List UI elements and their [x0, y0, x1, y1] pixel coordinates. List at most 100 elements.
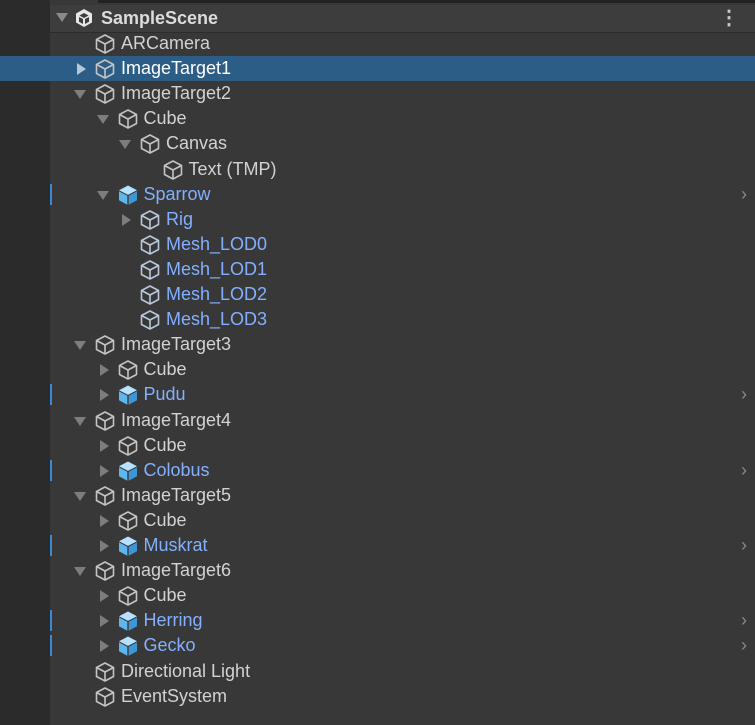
gameobject-cube-icon [118, 511, 137, 531]
hierarchy-row[interactable]: Rig [0, 207, 755, 232]
expanded-arrow-icon[interactable] [96, 190, 109, 200]
hierarchy-row[interactable]: Cube [0, 357, 755, 382]
hierarchy-row[interactable]: Herring › [0, 608, 755, 633]
hierarchy-row[interactable]: ImageTarget3 [0, 332, 755, 357]
hierarchy-row[interactable]: Cube [0, 106, 755, 131]
collapsed-arrow-icon[interactable] [122, 213, 131, 226]
prefab-override-indicator [50, 384, 52, 406]
gameobject-cube-icon [140, 260, 160, 280]
gameobject-cube-icon [95, 661, 115, 682]
open-prefab-chevron-icon[interactable]: › [741, 609, 747, 632]
open-prefab-chevron-icon[interactable]: › [741, 183, 747, 206]
gameobject-cube-icon [95, 410, 115, 431]
hierarchy-row[interactable]: Text (TMP) [0, 157, 755, 182]
gameobject-cube-icon [95, 561, 115, 581]
prefab-override-indicator [50, 459, 52, 481]
scene-expand-arrow-icon[interactable] [56, 13, 68, 22]
toolbar-strip [98, 0, 755, 3]
hierarchy-item-label: Mesh_LOD1 [166, 258, 268, 279]
hierarchy-item-label: Mesh_LOD0 [166, 233, 268, 254]
gameobject-cube-icon [163, 159, 182, 180]
collapsed-arrow-icon[interactable] [99, 439, 109, 452]
prefab-cube-icon [118, 536, 137, 556]
hierarchy-item-label: Text (TMP) [188, 158, 277, 179]
hierarchy-item-label: Cube [143, 108, 187, 129]
scene-menu-button[interactable]: ⋮ [719, 6, 739, 30]
unity-scene-icon [76, 9, 92, 27]
collapsed-arrow-icon[interactable] [77, 63, 86, 76]
collapsed-arrow-icon[interactable] [99, 389, 109, 402]
hierarchy-item-label: Cube [143, 585, 187, 606]
collapsed-arrow-icon[interactable] [99, 590, 109, 603]
gameobject-cube-icon [118, 360, 137, 381]
prefab-cube-icon [118, 636, 137, 657]
gameobject-cube-icon [95, 34, 115, 54]
hierarchy-row[interactable]: Colobus › [0, 458, 755, 483]
gameobject-cube-icon [140, 209, 160, 230]
hierarchy-item-label: Muskrat [143, 535, 208, 555]
hierarchy-item-label: Sparrow [143, 183, 211, 204]
prefab-override-indicator [50, 183, 52, 205]
collapsed-arrow-icon[interactable] [99, 364, 109, 377]
hierarchy-row[interactable]: Muskrat › [0, 533, 755, 558]
hierarchy-row[interactable]: Mesh_LOD0 [0, 232, 755, 257]
hierarchy-row[interactable]: Canvas [0, 131, 755, 156]
open-prefab-chevron-icon[interactable]: › [741, 534, 747, 557]
gameobject-cube-icon [95, 686, 115, 707]
hierarchy-item-label: Mesh_LOD3 [166, 309, 268, 330]
hierarchy-item-label: Herring [143, 610, 203, 631]
collapsed-arrow-icon[interactable] [99, 640, 109, 653]
hierarchy-row[interactable]: ImageTarget4 [0, 408, 755, 433]
hierarchy-item-label: ImageTarget1 [121, 58, 232, 79]
open-prefab-chevron-icon[interactable]: › [741, 634, 747, 657]
expanded-arrow-icon[interactable] [96, 115, 109, 125]
prefab-override-indicator [50, 610, 52, 632]
expanded-arrow-icon[interactable] [74, 341, 86, 351]
expanded-arrow-icon[interactable] [74, 90, 86, 100]
prefab-override-indicator [50, 635, 52, 657]
gameobject-cube-icon [140, 134, 160, 155]
gameobject-cube-icon [140, 285, 160, 305]
hierarchy-item-label: ImageTarget5 [121, 484, 232, 505]
hierarchy-row[interactable]: Gecko › [0, 633, 755, 658]
hierarchy-row[interactable]: Cube [0, 583, 755, 608]
expanded-arrow-icon[interactable] [74, 491, 86, 501]
hierarchy-row[interactable]: Mesh_LOD1 [0, 257, 755, 282]
hierarchy-row[interactable]: ImageTarget5 [0, 483, 755, 508]
open-prefab-chevron-icon[interactable]: › [741, 459, 747, 482]
hierarchy-item-label: Cube [143, 359, 187, 380]
hierarchy-row[interactable]: Mesh_LOD3 [0, 307, 755, 332]
hierarchy-item-label: Canvas [166, 133, 228, 154]
hierarchy-row[interactable]: Cube [0, 433, 755, 458]
gameobject-cube-icon [140, 234, 160, 255]
hierarchy-row[interactable]: ImageTarget6 [0, 558, 755, 583]
collapsed-arrow-icon[interactable] [99, 615, 109, 628]
hierarchy-row[interactable]: ImageTarget2 [0, 81, 755, 106]
hierarchy-item-label: Pudu [143, 384, 186, 405]
gameobject-cube-icon [118, 435, 137, 456]
collapsed-arrow-icon[interactable] [99, 514, 109, 527]
prefab-cube-icon [118, 461, 137, 481]
expanded-arrow-icon[interactable] [74, 416, 86, 426]
hierarchy-row[interactable]: Pudu › [0, 382, 755, 407]
hierarchy-item-label: Colobus [143, 459, 210, 480]
hierarchy-row[interactable]: EventSystem [0, 684, 755, 709]
collapsed-arrow-icon[interactable] [99, 540, 109, 552]
hierarchy-item-label: ImageTarget2 [121, 83, 232, 104]
hierarchy-item-label: ARCamera [121, 33, 211, 53]
gameobject-cube-icon [95, 485, 115, 506]
hierarchy-row[interactable]: Directional Light [0, 659, 755, 684]
hierarchy-row[interactable]: Sparrow › [0, 182, 755, 207]
hierarchy-row[interactable]: Mesh_LOD2 [0, 282, 755, 307]
open-prefab-chevron-icon[interactable]: › [741, 383, 747, 406]
expanded-arrow-icon[interactable] [119, 140, 131, 150]
hierarchy-row[interactable]: ImageTarget1 [0, 56, 755, 82]
gameobject-cube-icon [140, 310, 160, 330]
expanded-arrow-icon[interactable] [74, 567, 86, 577]
hierarchy-item-label: Gecko [143, 635, 196, 656]
collapsed-arrow-icon[interactable] [99, 464, 109, 477]
scene-title[interactable]: SampleScene [101, 6, 218, 30]
prefab-cube-icon [118, 185, 137, 205]
hierarchy-row[interactable]: Cube [0, 508, 755, 533]
hierarchy-row[interactable]: ARCamera [0, 31, 755, 56]
